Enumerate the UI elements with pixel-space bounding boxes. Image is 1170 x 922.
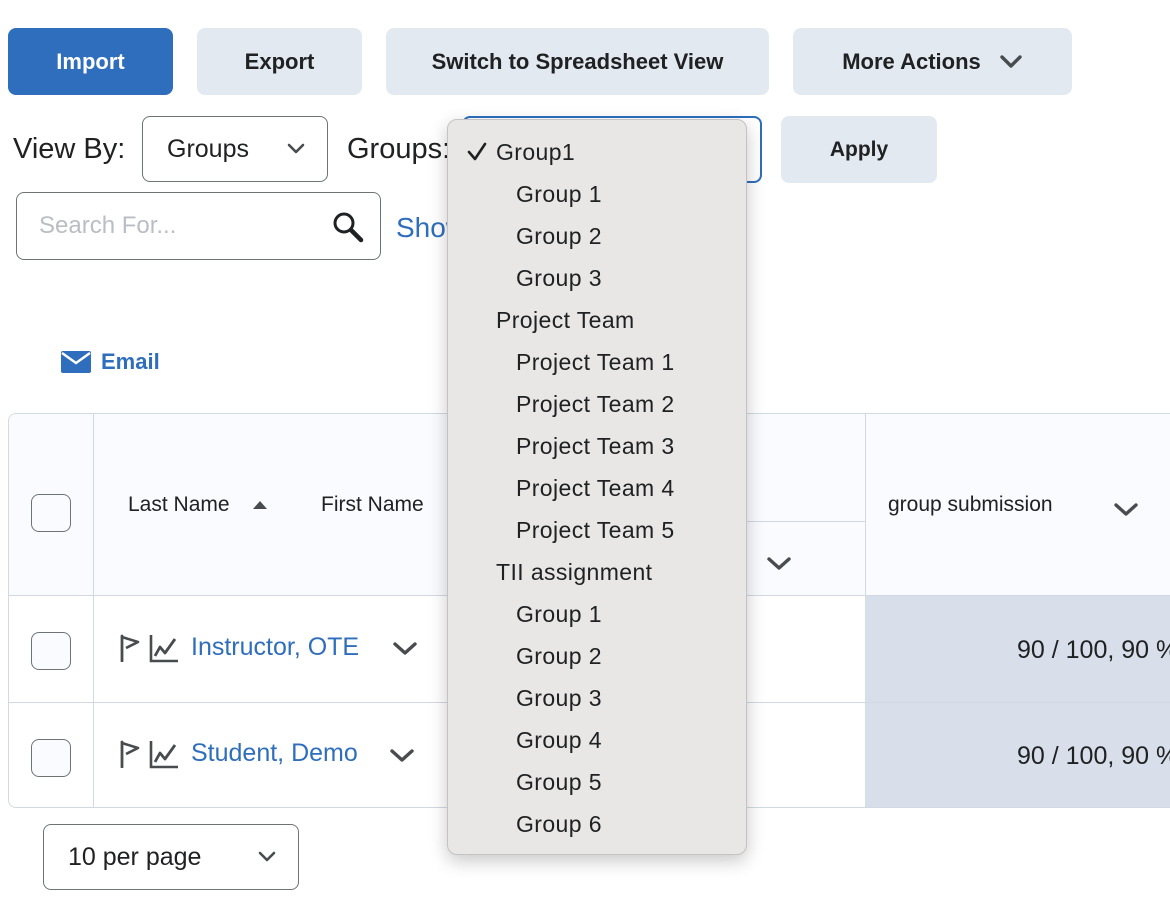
- dropdown-option[interactable]: Project Team 2: [448, 383, 746, 425]
- chevron-down-icon[interactable]: [389, 748, 415, 764]
- dropdown-option[interactable]: Group 3: [448, 677, 746, 719]
- email-label: Email: [101, 349, 160, 374]
- email-action[interactable]: Email: [61, 349, 160, 375]
- dropdown-option-label: Group 2: [516, 222, 602, 249]
- dropdown-option[interactable]: Group 1: [448, 173, 746, 215]
- view-by-value: Groups: [167, 134, 249, 163]
- dropdown-option[interactable]: Group 5: [448, 761, 746, 803]
- checkmark-icon: [467, 142, 487, 161]
- chevron-down-icon[interactable]: [392, 641, 418, 657]
- stats-chart-icon[interactable]: [149, 739, 179, 769]
- dropdown-option-label: TII assignment: [496, 558, 653, 585]
- chevron-down-icon: [1000, 54, 1022, 68]
- score-value: 90 / 100, 90 %: [1017, 742, 1170, 770]
- dropdown-option[interactable]: Group 4: [448, 719, 746, 761]
- column-divider: [865, 414, 866, 596]
- dropdown-option[interactable]: Group 1: [448, 593, 746, 635]
- export-button[interactable]: Export: [197, 28, 362, 95]
- row-checkbox[interactable]: [31, 739, 71, 777]
- dropdown-option[interactable]: Project Team 5: [448, 509, 746, 551]
- dropdown-option[interactable]: Project Team 1: [448, 341, 746, 383]
- chevron-down-icon: [258, 851, 276, 862]
- column-divider: [93, 414, 94, 807]
- dropdown-option[interactable]: Group 3: [448, 257, 746, 299]
- import-button[interactable]: Import: [8, 28, 173, 95]
- per-page-value: 10 per page: [68, 842, 202, 871]
- dropdown-option[interactable]: Group 6: [448, 803, 746, 845]
- export-button-label: Export: [244, 48, 315, 74]
- student-name-link[interactable]: Instructor, OTE: [191, 633, 359, 662]
- student-name-link[interactable]: Student, Demo: [191, 739, 358, 768]
- last-name-header[interactable]: Last Name: [128, 493, 268, 517]
- apply-button-label: Apply: [829, 137, 889, 161]
- dropdown-option-label: Project Team 4: [516, 474, 675, 501]
- flag-icon[interactable]: [119, 740, 141, 768]
- stats-chart-icon[interactable]: [149, 633, 179, 663]
- chevron-down-icon: [287, 143, 305, 154]
- select-all-checkbox[interactable]: [31, 494, 71, 532]
- spreadsheet-button-label: Switch to Spreadsheet View: [431, 48, 724, 74]
- dropdown-option-group1[interactable]: Group1: [448, 131, 746, 173]
- dropdown-option-label: Group 2: [516, 642, 602, 669]
- dropdown-option-label: Group 1: [516, 600, 602, 627]
- dropdown-option-label: Project Team 1: [516, 348, 675, 375]
- first-name-header[interactable]: First Name: [321, 493, 424, 517]
- groups-label: Groups:: [347, 133, 451, 165]
- apply-button[interactable]: Apply: [781, 116, 937, 183]
- dropdown-option[interactable]: Group 2: [448, 635, 746, 677]
- more-actions-button[interactable]: More Actions: [793, 28, 1072, 95]
- dropdown-option-label: Group 6: [516, 810, 602, 837]
- dropdown-option-label: Project Team 2: [516, 390, 675, 417]
- groups-dropdown-menu: Group1 Group 1 Group 2 Group 3 Project T…: [447, 119, 747, 855]
- dropdown-option-label: Group 3: [516, 264, 602, 291]
- search-box: [16, 192, 381, 260]
- dropdown-option-group-header[interactable]: TII assignment: [448, 551, 746, 593]
- group-submission-header: group submission: [888, 493, 1053, 516]
- dropdown-option[interactable]: Project Team 4: [448, 467, 746, 509]
- switch-spreadsheet-view-button[interactable]: Switch to Spreadsheet View: [386, 28, 769, 95]
- dropdown-option-label: Project Team 5: [516, 516, 675, 543]
- flag-icon[interactable]: [119, 634, 141, 662]
- dropdown-option-label: Group 3: [516, 684, 602, 711]
- search-input[interactable]: [39, 209, 319, 243]
- view-by-select[interactable]: Groups: [142, 116, 328, 182]
- import-button-label: Import: [56, 48, 125, 74]
- dropdown-option[interactable]: Group 2: [448, 215, 746, 257]
- dropdown-option-label: Group 4: [516, 726, 602, 753]
- dropdown-option-label: Project Team 3: [516, 432, 675, 459]
- sort-ascending-icon: [252, 501, 267, 509]
- row-checkbox[interactable]: [31, 632, 71, 670]
- dropdown-option-label: Project Team: [496, 306, 635, 333]
- search-icon[interactable]: [332, 211, 364, 243]
- more-actions-label: More Actions: [842, 48, 981, 74]
- chevron-down-icon[interactable]: [766, 556, 792, 572]
- envelope-icon: [61, 351, 91, 373]
- last-name-header-label: Last Name: [128, 493, 230, 516]
- score-value: 90 / 100, 90 %: [1017, 636, 1170, 664]
- dropdown-option-label: Group 5: [516, 768, 602, 795]
- dropdown-option[interactable]: Project Team 3: [448, 425, 746, 467]
- dropdown-option-label: Group 1: [516, 180, 602, 207]
- chevron-down-icon[interactable]: [1113, 502, 1139, 518]
- dropdown-option-group-header[interactable]: Project Team: [448, 299, 746, 341]
- per-page-select[interactable]: 10 per page: [43, 824, 299, 890]
- dropdown-option-label: Group1: [496, 138, 576, 165]
- view-by-label: View By:: [13, 133, 126, 165]
